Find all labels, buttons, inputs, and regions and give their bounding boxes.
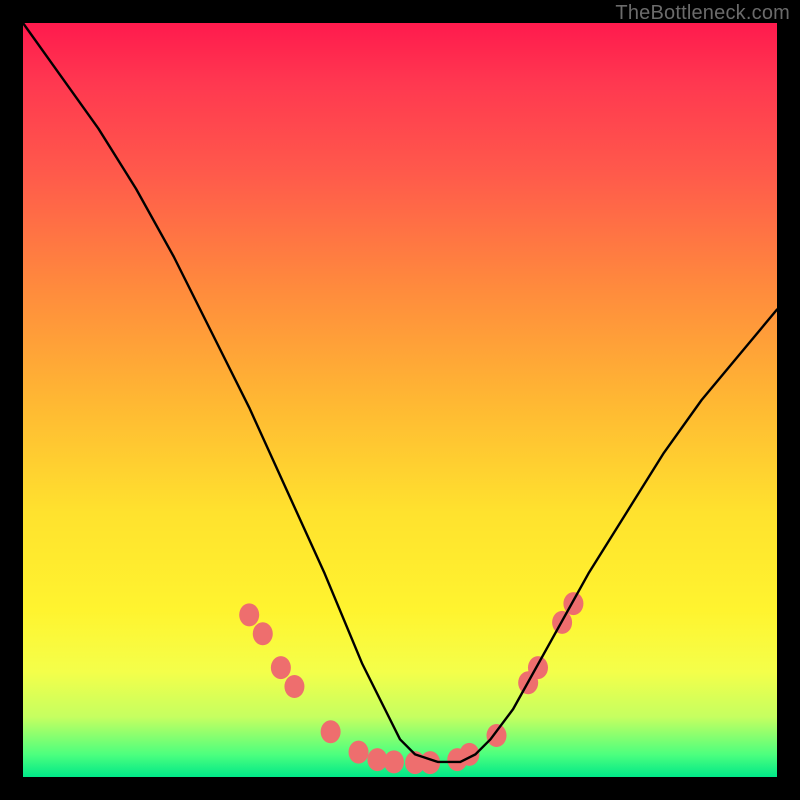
plot-area <box>23 23 777 777</box>
chart-frame: TheBottleneck.com <box>0 0 800 800</box>
data-marker <box>384 750 404 773</box>
attribution-label: TheBottleneck.com <box>615 2 790 25</box>
data-marker <box>487 724 507 747</box>
chart-svg <box>23 23 777 777</box>
data-marker <box>284 675 304 698</box>
markers-group <box>239 592 583 774</box>
data-marker <box>239 603 259 626</box>
data-marker <box>271 656 291 679</box>
data-marker <box>321 720 341 743</box>
data-marker <box>253 622 273 645</box>
data-marker <box>349 741 369 764</box>
bottleneck-curve <box>23 23 777 762</box>
